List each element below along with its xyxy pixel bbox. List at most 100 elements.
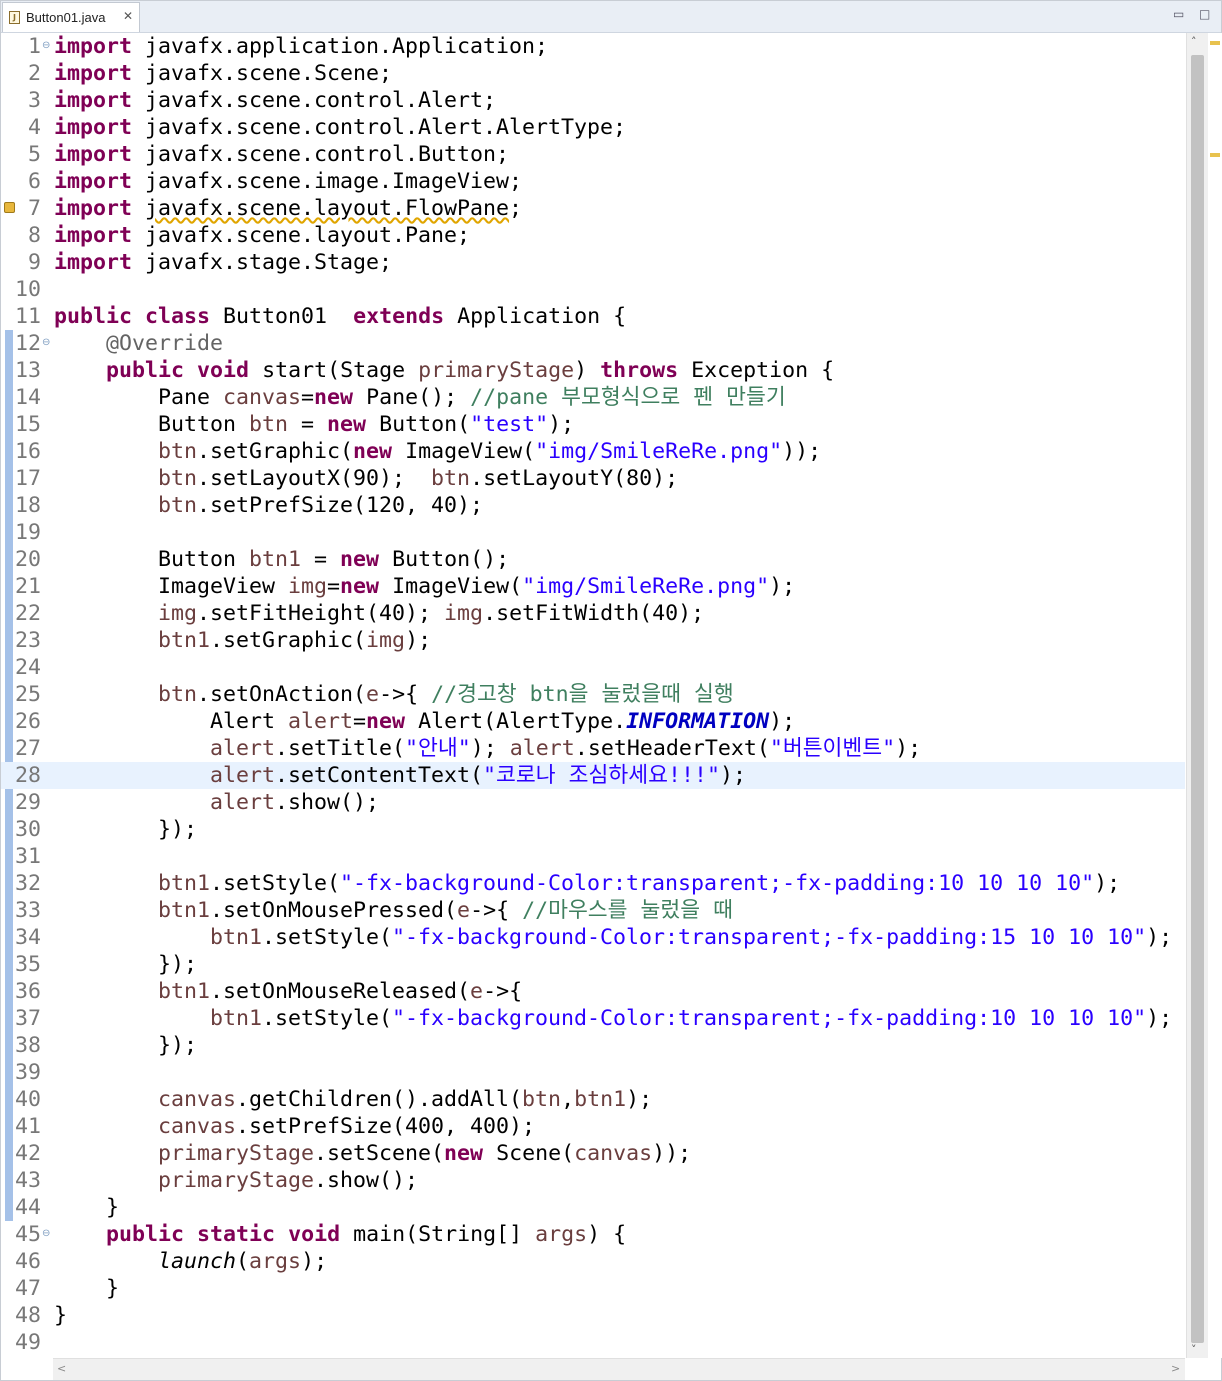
code-text[interactable]: } (54, 1275, 119, 1302)
code-line[interactable]: 10 (1, 276, 1185, 303)
code-text[interactable]: public class Button01 extends Applicatio… (54, 303, 626, 330)
code-line[interactable]: 45 ⊖ public static void main(String[] arg… (1, 1221, 1185, 1248)
code-line[interactable]: 14 Pane canvas=new Pane(); //pane 부모형식으로… (1, 384, 1185, 411)
code-text[interactable]: import javafx.application.Application; (54, 33, 548, 60)
code-line[interactable]: 33 btn1.setOnMousePressed(e->{ //마우스를 눌렀… (1, 897, 1185, 924)
code-text[interactable]: btn.setLayoutX(90); btn.setLayoutY(80); (54, 465, 678, 492)
scroll-left-icon[interactable]: < (57, 1362, 66, 1375)
code-text[interactable]: Pane canvas=new Pane(); //pane 부모형식으로 펜 … (54, 384, 786, 411)
code-text[interactable]: import javafx.scene.layout.FlowPane; (54, 195, 522, 222)
code-line[interactable]: 43 primaryStage.show(); (1, 1167, 1185, 1194)
code-text[interactable]: launch(args); (54, 1248, 327, 1275)
code-line[interactable]: 3 import javafx.scene.control.Alert; (1, 87, 1185, 114)
code-text[interactable]: canvas.getChildren().addAll(btn,btn1); (54, 1086, 652, 1113)
code-line[interactable]: 25 btn.setOnAction(e->{ //경고창 btn을 눌렀을때 … (1, 681, 1185, 708)
code-text[interactable]: btn1.setOnMousePressed(e->{ //마우스를 눌렀을 때 (54, 897, 733, 924)
code-line[interactable]: 39 (1, 1059, 1185, 1086)
code-text[interactable]: img.setFitHeight(40); img.setFitWidth(40… (54, 600, 704, 627)
code-text[interactable]: alert.setTitle("안내"); alert.setHeaderTex… (54, 735, 921, 762)
code-line[interactable]: 23 btn1.setGraphic(img); (1, 627, 1185, 654)
code-text[interactable]: public static void main(String[] args) { (54, 1221, 626, 1248)
code-line[interactable]: 4 import javafx.scene.control.Alert.Alert… (1, 114, 1185, 141)
code-text[interactable]: alert.show(); (54, 789, 379, 816)
close-icon[interactable]: ✕ (123, 9, 133, 23)
code-line[interactable]: 31 (1, 843, 1185, 870)
code-line[interactable]: 15 Button btn = new Button("test"); (1, 411, 1185, 438)
minimize-icon[interactable]: ▭ (1173, 7, 1184, 21)
code-text[interactable]: } (54, 1302, 67, 1329)
code-text[interactable]: btn1.setStyle("-fx-background-Color:tran… (54, 870, 1120, 897)
overview-warning-marker[interactable] (1210, 41, 1220, 45)
code-text[interactable]: import javafx.scene.control.Alert.AlertT… (54, 114, 626, 141)
code-line[interactable]: 6 import javafx.scene.image.ImageView; (1, 168, 1185, 195)
code-line[interactable]: 46 launch(args); (1, 1248, 1185, 1275)
code-line[interactable]: 24 (1, 654, 1185, 681)
code-text[interactable]: ImageView img=new ImageView("img/SmileRe… (54, 573, 795, 600)
code-line[interactable]: 36 btn1.setOnMouseReleased(e->{ (1, 978, 1185, 1005)
scroll-up-icon[interactable]: ˄ (1191, 35, 1197, 48)
code-text[interactable]: import javafx.scene.control.Button; (54, 141, 509, 168)
code-text[interactable]: }); (54, 951, 197, 978)
code-line[interactable]: 37 btn1.setStyle("-fx-background-Color:t… (1, 1005, 1185, 1032)
code-line[interactable]: 34 btn1.setStyle("-fx-background-Color:t… (1, 924, 1185, 951)
code-line[interactable]: 5 import javafx.scene.control.Button; (1, 141, 1185, 168)
code-text[interactable]: btn.setOnAction(e->{ //경고창 btn을 눌렀을때 실행 (54, 681, 734, 708)
code-line[interactable]: 41 canvas.setPrefSize(400, 400); (1, 1113, 1185, 1140)
code-text[interactable]: btn1.setGraphic(img); (54, 627, 431, 654)
code-line[interactable]: 13 public void start(Stage primaryStage)… (1, 357, 1185, 384)
code-text[interactable]: btn1.setOnMouseReleased(e->{ (54, 978, 522, 1005)
code-text[interactable]: primaryStage.show(); (54, 1167, 418, 1194)
overview-warning-marker[interactable] (1210, 153, 1220, 157)
horizontal-scrollbar[interactable]: < > (53, 1358, 1185, 1380)
code-line[interactable]: 8 import javafx.scene.layout.Pane; (1, 222, 1185, 249)
code-line[interactable]: 48} (1, 1302, 1185, 1329)
fold-toggle-icon[interactable]: ⊖ (42, 32, 50, 59)
code-line[interactable]: 2 import javafx.scene.Scene; (1, 60, 1185, 87)
tab-button01-java[interactable]: J Button01.java ✕ (2, 2, 140, 32)
code-text[interactable]: import javafx.scene.layout.Pane; (54, 222, 470, 249)
code-line[interactable]: 19 (1, 519, 1185, 546)
code-text[interactable]: }); (54, 1032, 197, 1059)
code-line[interactable]: 1 ⊖ import javafx.application.Application; (1, 33, 1185, 60)
code-line[interactable]: 49 (1, 1329, 1185, 1356)
code-text[interactable]: import javafx.scene.control.Alert; (54, 87, 496, 114)
code-line[interactable]: 26 Alert alert=new Alert(AlertType.INFOR… (1, 708, 1185, 735)
scroll-right-icon[interactable]: > (1171, 1362, 1180, 1375)
code-editor[interactable]: 1 ⊖ import javafx.application.Application;… (1, 33, 1185, 1358)
code-line[interactable]: 40 canvas.getChildren().addAll(btn,btn1)… (1, 1086, 1185, 1113)
fold-toggle-icon[interactable]: ⊖ (42, 329, 50, 356)
code-line[interactable]: 12 ⊖ @Override (1, 330, 1185, 357)
code-text[interactable]: btn1.setStyle("-fx-background-Color:tran… (54, 924, 1172, 951)
code-line[interactable]: 29 alert.show(); (1, 789, 1185, 816)
vertical-scrollbar[interactable]: ˄ ˅ (1186, 33, 1208, 1358)
code-line[interactable]: 28 alert.setContentText("코로나 조심하세요!!!"); (1, 762, 1185, 789)
code-line[interactable]: 7 import javafx.scene.layout.FlowPane; (1, 195, 1185, 222)
code-text[interactable]: alert.setContentText("코로나 조심하세요!!!"); (54, 762, 746, 789)
code-line[interactable]: 22 img.setFitHeight(40); img.setFitWidth… (1, 600, 1185, 627)
scroll-down-icon[interactable]: ˅ (1191, 1343, 1197, 1356)
code-line[interactable]: 17 btn.setLayoutX(90); btn.setLayoutY(80… (1, 465, 1185, 492)
code-line[interactable]: 38 }); (1, 1032, 1185, 1059)
code-line[interactable]: 21 ImageView img=new ImageView("img/Smil… (1, 573, 1185, 600)
code-text[interactable]: public void start(Stage primaryStage) th… (54, 357, 834, 384)
code-text[interactable]: }); (54, 816, 197, 843)
code-line[interactable]: 16 btn.setGraphic(new ImageView("img/Smi… (1, 438, 1185, 465)
overview-ruler[interactable] (1208, 33, 1222, 1358)
maximize-icon[interactable]: □ (1199, 7, 1210, 21)
code-text[interactable]: Button btn1 = new Button(); (54, 546, 509, 573)
code-line[interactable]: 35 }); (1, 951, 1185, 978)
code-text[interactable]: import javafx.scene.image.ImageView; (54, 168, 522, 195)
code-line[interactable]: 9 import javafx.stage.Stage; (1, 249, 1185, 276)
vertical-scroll-thumb[interactable] (1191, 55, 1204, 1343)
fold-toggle-icon[interactable]: ⊖ (42, 1220, 50, 1247)
code-line[interactable]: 20 Button btn1 = new Button(); (1, 546, 1185, 573)
code-text[interactable]: btn1.setStyle("-fx-background-Color:tran… (54, 1005, 1172, 1032)
code-text[interactable]: Button btn = new Button("test"); (54, 411, 574, 438)
code-text[interactable]: Alert alert=new Alert(AlertType.INFORMAT… (54, 708, 795, 735)
code-line[interactable]: 11 public class Button01 extends Applicat… (1, 303, 1185, 330)
code-text[interactable]: primaryStage.setScene(new Scene(canvas))… (54, 1140, 691, 1167)
code-text[interactable]: import javafx.stage.Stage; (54, 249, 392, 276)
code-line[interactable]: 47 } (1, 1275, 1185, 1302)
code-line[interactable]: 18 btn.setPrefSize(120, 40); (1, 492, 1185, 519)
code-text[interactable]: btn.setPrefSize(120, 40); (54, 492, 483, 519)
